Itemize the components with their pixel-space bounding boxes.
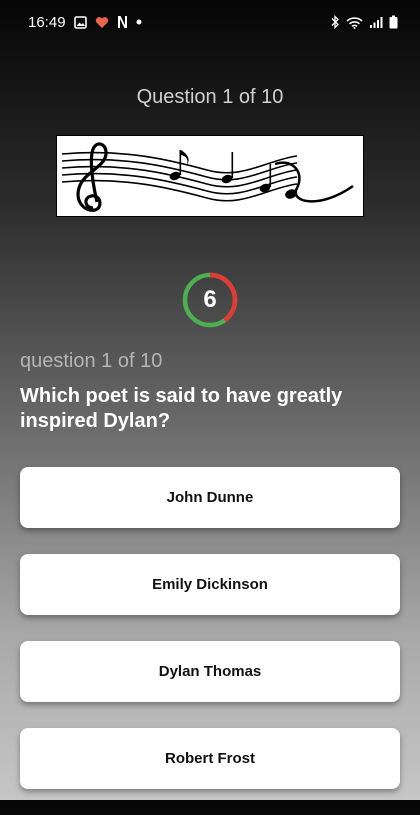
question-counter: question 1 of 10 — [20, 350, 163, 372]
answer-button-1[interactable]: John Dunne — [20, 467, 400, 528]
heart-app-icon — [95, 16, 109, 29]
netflix-icon — [117, 15, 128, 29]
bluetooth-icon — [330, 15, 340, 29]
answer-button-3[interactable]: Dylan Thomas — [20, 641, 400, 702]
status-time: 16:49 — [28, 13, 66, 31]
status-right — [330, 15, 398, 29]
answer-list: John Dunne Emily Dickinson Dylan Thomas … — [20, 467, 400, 815]
treble-clef — [76, 142, 108, 212]
wifi-icon — [346, 16, 363, 29]
signal-icon — [369, 16, 383, 29]
battery-icon — [389, 15, 398, 29]
dot-icon — [136, 19, 142, 25]
music-staff-banner-image — [56, 135, 364, 217]
status-bar: 16:49 — [0, 0, 420, 44]
status-left: 16:49 — [28, 14, 142, 31]
answer-button-2[interactable]: Emily Dickinson — [20, 554, 400, 615]
countdown-timer: 6 — [182, 272, 238, 328]
answer-button-4[interactable]: Robert Frost — [20, 728, 400, 789]
page-title: Question 1 of 10 — [136, 86, 284, 108]
timer-value: 6 — [203, 286, 217, 313]
gallery-icon — [73, 15, 87, 29]
question-text: Which poet is said to have greatly inspi… — [20, 385, 343, 432]
